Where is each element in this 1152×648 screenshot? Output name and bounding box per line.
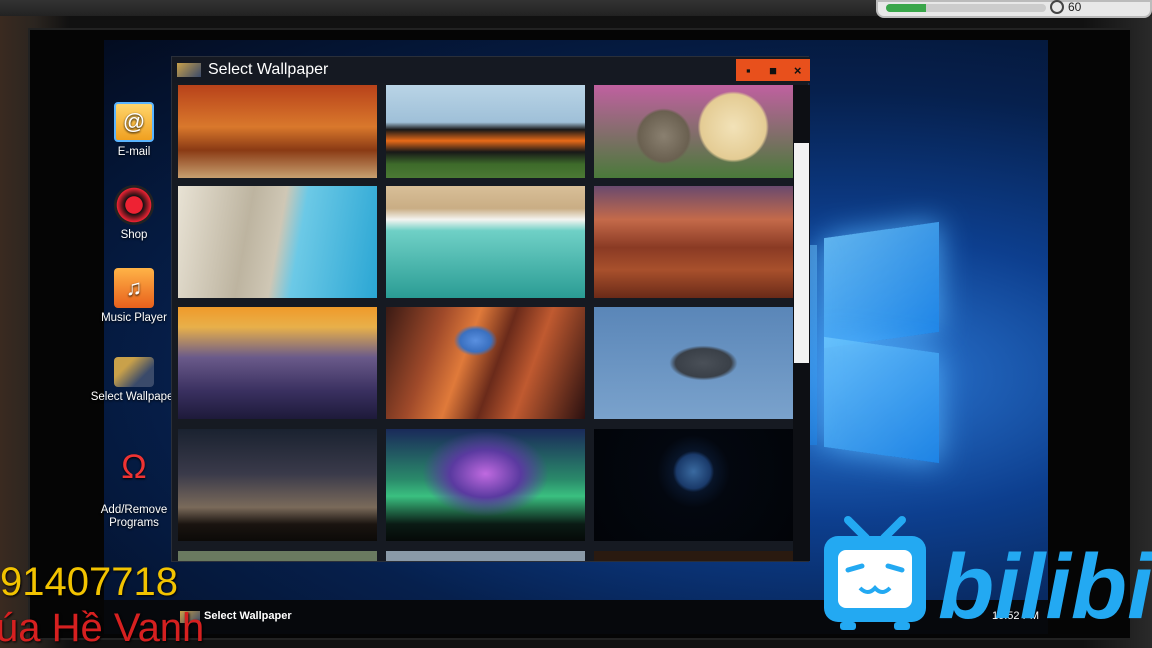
hud-value: 60	[1068, 0, 1082, 14]
wallpaper-tile-planet-earth[interactable]	[594, 429, 793, 541]
wallpaper-tile-partial[interactable]	[178, 551, 377, 561]
window-title: Select Wallpaper	[208, 61, 329, 78]
select-wallpaper-icon	[114, 357, 154, 387]
windows-logo-pane-tl	[824, 221, 939, 349]
wallpaper-grid	[178, 85, 794, 561]
taskbar-window-button[interactable]: Select Wallpaper	[204, 610, 292, 622]
add-remove-programs-icon: Ω	[121, 447, 147, 486]
desktop-icon-label: Music Player	[101, 312, 167, 324]
close-button[interactable]: ×	[785, 59, 810, 81]
wallpaper-tile-sea-cave[interactable]	[178, 186, 377, 298]
desktop-icon-label: Select Wallpaper	[90, 391, 178, 403]
desktop-icon-add-remove-programs[interactable]: Ω Add/Remove Programs	[84, 434, 184, 530]
maximize-button[interactable]: ■	[761, 59, 786, 81]
shop-icon	[114, 185, 154, 225]
email-icon: @	[114, 102, 154, 142]
wallpaper-tile-beach-aerial[interactable]	[386, 186, 585, 298]
minimize-button[interactable]: ▪	[736, 59, 761, 81]
scrollbar-thumb[interactable]	[794, 143, 809, 363]
window-controls: ▪ ■ ×	[736, 59, 810, 81]
overlay-text-name: úa Hề Vanh	[0, 606, 205, 648]
hud-panel: 60	[876, 0, 1152, 18]
wallpaper-tile-milky-way[interactable]	[178, 429, 377, 541]
music-player-icon: ♫	[114, 268, 154, 308]
select-wallpaper-icon	[177, 63, 201, 77]
desktop-icon-shop[interactable]: Shop	[84, 185, 184, 241]
select-wallpaper-window: Select Wallpaper ▪ ■ ×	[171, 56, 810, 562]
wallpaper-tile-autumn-forest[interactable]	[178, 85, 377, 178]
wallpaper-tile-fighter-jet[interactable]	[594, 307, 793, 419]
bilibili-watermark: bilibili	[824, 516, 1152, 638]
wallpaper-tile-antelope-canyon[interactable]	[386, 307, 585, 419]
wallpaper-tile-partial[interactable]	[594, 551, 793, 561]
hud-coin-icon	[1050, 0, 1064, 14]
desktop-icon-email[interactable]: @ E-mail	[84, 102, 184, 158]
overlay-text-number: 91407718	[0, 560, 178, 604]
desktop-icon-select-wallpaper[interactable]: Select Wallpaper	[84, 351, 184, 403]
wallpaper-scrollbar[interactable]	[793, 85, 810, 561]
desktop-icon-music-player[interactable]: ♫ Music Player	[84, 268, 184, 324]
bilibili-tv-logo-icon	[824, 516, 926, 630]
hud-progress-fill	[886, 4, 926, 12]
wallpaper-tile-partial[interactable]	[386, 551, 585, 561]
wallpaper-tile-misty-mountains[interactable]	[178, 307, 377, 419]
wallpaper-tile-kitten-puppy[interactable]	[594, 85, 793, 178]
wallpaper-tile-desert-canyon[interactable]	[594, 186, 793, 298]
window-title-bar[interactable]: Select Wallpaper	[172, 57, 810, 83]
desktop-icon-label: E-mail	[117, 146, 151, 158]
bilibili-wordmark: bilibili	[938, 536, 1152, 638]
windows-logo-edge	[809, 245, 817, 445]
desktop-icon-label: Shop	[120, 229, 148, 241]
windows-logo-pane-bl	[824, 336, 939, 464]
hud-progress-bar	[886, 4, 1046, 12]
desktop-icon-label: Add/Remove Programs	[100, 504, 168, 529]
wallpaper-tile-aurora[interactable]	[386, 429, 585, 541]
wallpaper-tile-hot-rod-car[interactable]	[386, 85, 585, 178]
game-scene: 60 @ E-mail Shop ♫ Music Player Select W…	[0, 0, 1152, 648]
